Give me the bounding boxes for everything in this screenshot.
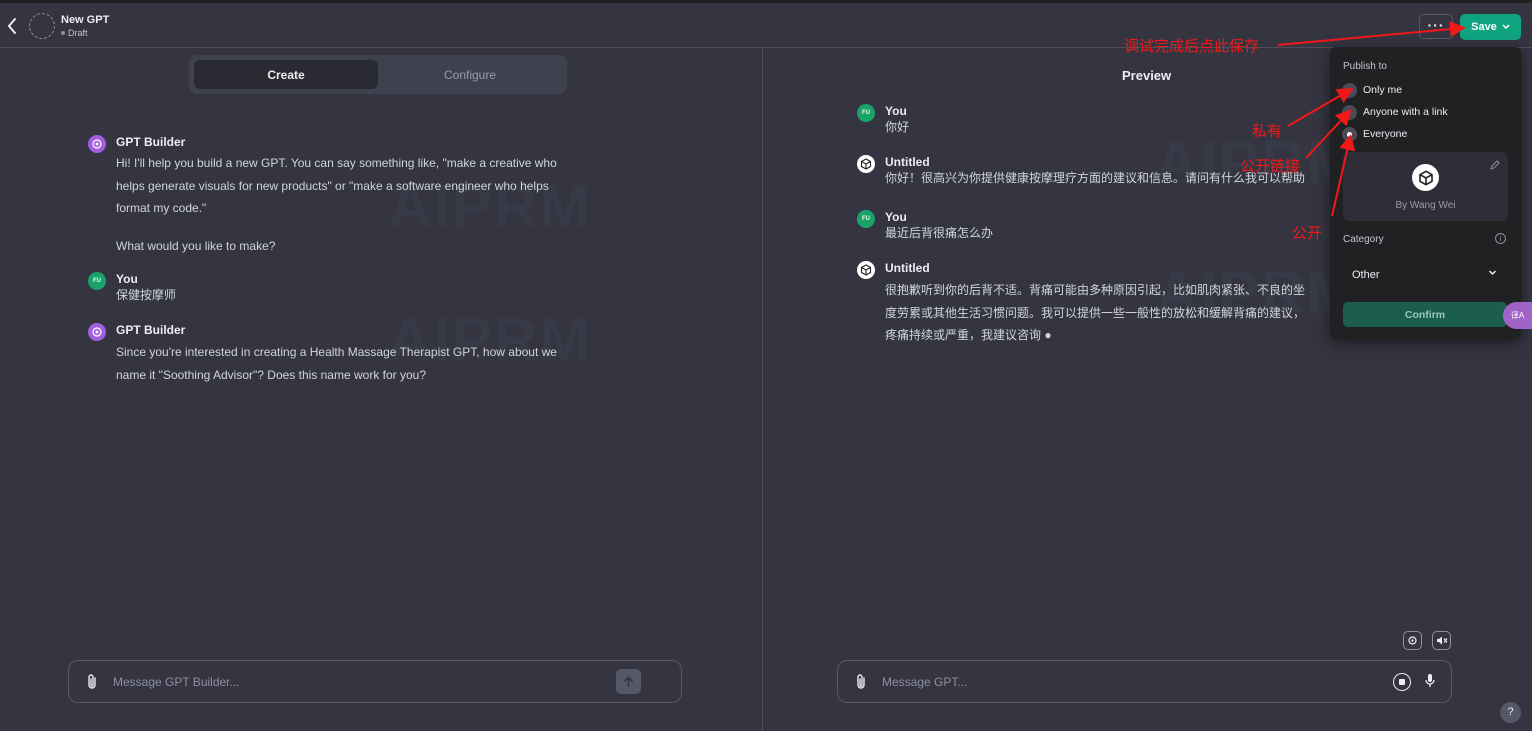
annotation-public-note: 公开	[1292, 225, 1323, 242]
arrow-to-save	[1277, 21, 1466, 46]
arrow-to-link	[1305, 109, 1352, 159]
arrow-to-everyone	[1331, 134, 1356, 217]
annotation-save-note: 调试完成后点此保存	[1124, 38, 1260, 55]
annotation-private-note: 私有	[1252, 123, 1283, 140]
annotation-arrows	[1277, 21, 1466, 217]
annotation-link-note: 公开链接	[1240, 158, 1301, 175]
